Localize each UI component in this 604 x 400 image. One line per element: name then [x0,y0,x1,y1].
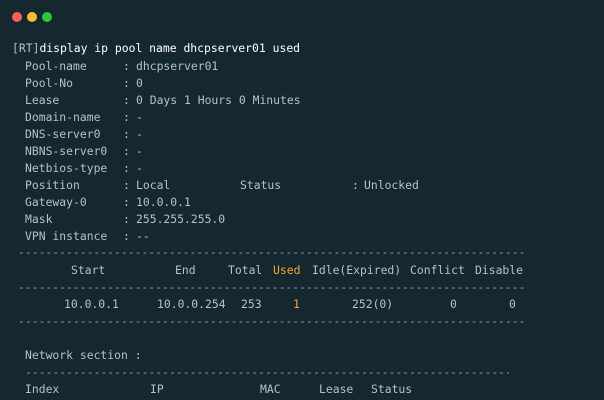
pool-info-key: Position [25,178,80,192]
command-line: [RT]display ip pool name dhcpserver01 us… [12,41,300,55]
pool-info-value: -- [136,229,150,243]
pool-info-value: 255.255.255.0 [136,212,226,226]
command-text: display ip pool name dhcpserver01 used [39,41,301,55]
cell-start: 10.0.0.1 [64,297,119,311]
pool-info-value: - [136,144,143,158]
pool-info-key: DNS-server0 [25,127,101,141]
pool-info-separator: : [123,229,130,243]
pool-info-separator: : [123,59,130,73]
command-prompt: [RT] [12,41,40,55]
terminal-window: [RT]display ip pool name dhcpserver01 us… [0,0,604,400]
pool-info-separator: : [123,161,130,175]
pool-info-key: Pool-name [25,59,87,73]
pool-info-value: - [136,110,143,124]
pool-info-value: dhcpserver01 [136,59,219,73]
network-header-ip: IP [150,382,164,396]
network-header-lease: Lease [319,382,354,396]
pool-info-key: Netbios-type [25,161,108,175]
pool-info-value: Local [136,178,171,192]
cell-disable: 0 [509,297,516,311]
pool-info-value: 10.0.0.1 [136,195,191,209]
pool-info-separator: : [123,110,130,124]
cell-idle-expired: 252(0) [352,297,394,311]
cell-used: 1 [293,297,300,311]
cell-total: 253 [241,297,262,311]
pool-info-key: Mask [25,212,53,226]
pool-info-key: VPN instance [25,229,108,243]
pool-info-separator: : [123,144,130,158]
pool-info-value: - [136,127,143,141]
header-used: Used [273,263,301,277]
pool-info-key: Pool-No [25,76,74,90]
table-bottom-rule: ----------------------------------------… [18,314,526,328]
pool-info-key: Lease [25,93,60,107]
pool-info-value: 0 [136,76,143,90]
table-top-rule: ----------------------------------------… [18,245,526,259]
maximize-window-button[interactable] [42,12,52,22]
pool-info-separator: : [123,93,130,107]
header-total: Total [228,263,263,277]
cell-end: 10.0.0.254 [157,297,226,311]
pool-info-value: - [136,161,143,175]
header-end: End [175,263,196,277]
network-header-mac: MAC [260,382,281,396]
network-section-rule: ----------------------------------------… [25,365,509,379]
pool-info-value: 0 Days 1 Hours 0 Minutes [136,93,301,107]
cell-conflict: 0 [450,297,457,311]
minimize-window-button[interactable] [27,12,37,22]
pool-info-key: Domain-name [25,110,101,124]
header-conflict: Conflict [410,263,465,277]
pool-info-separator: : [123,178,130,192]
close-window-button[interactable] [12,12,22,22]
pool-info-key: NBNS-server0 [25,144,108,158]
network-header-status: Status [371,382,413,396]
pool-info-extra-key: Status [240,178,282,192]
pool-info-extra-separator: : [352,178,359,192]
pool-info-separator: : [123,195,130,209]
pool-info-separator: : [123,76,130,90]
pool-info-key: Gateway-0 [25,195,87,209]
network-header-index: Index [25,382,60,396]
header-idle-expired: Idle(Expired) [312,263,402,277]
header-disable: Disable [475,263,524,277]
network-section-title: Network section : [25,348,142,362]
pool-info-extra-value: Unlocked [364,178,419,192]
pool-info-separator: : [123,127,130,141]
pool-info-separator: : [123,212,130,226]
table-middle-rule: ----------------------------------------… [18,280,526,294]
header-start: Start [71,263,106,277]
